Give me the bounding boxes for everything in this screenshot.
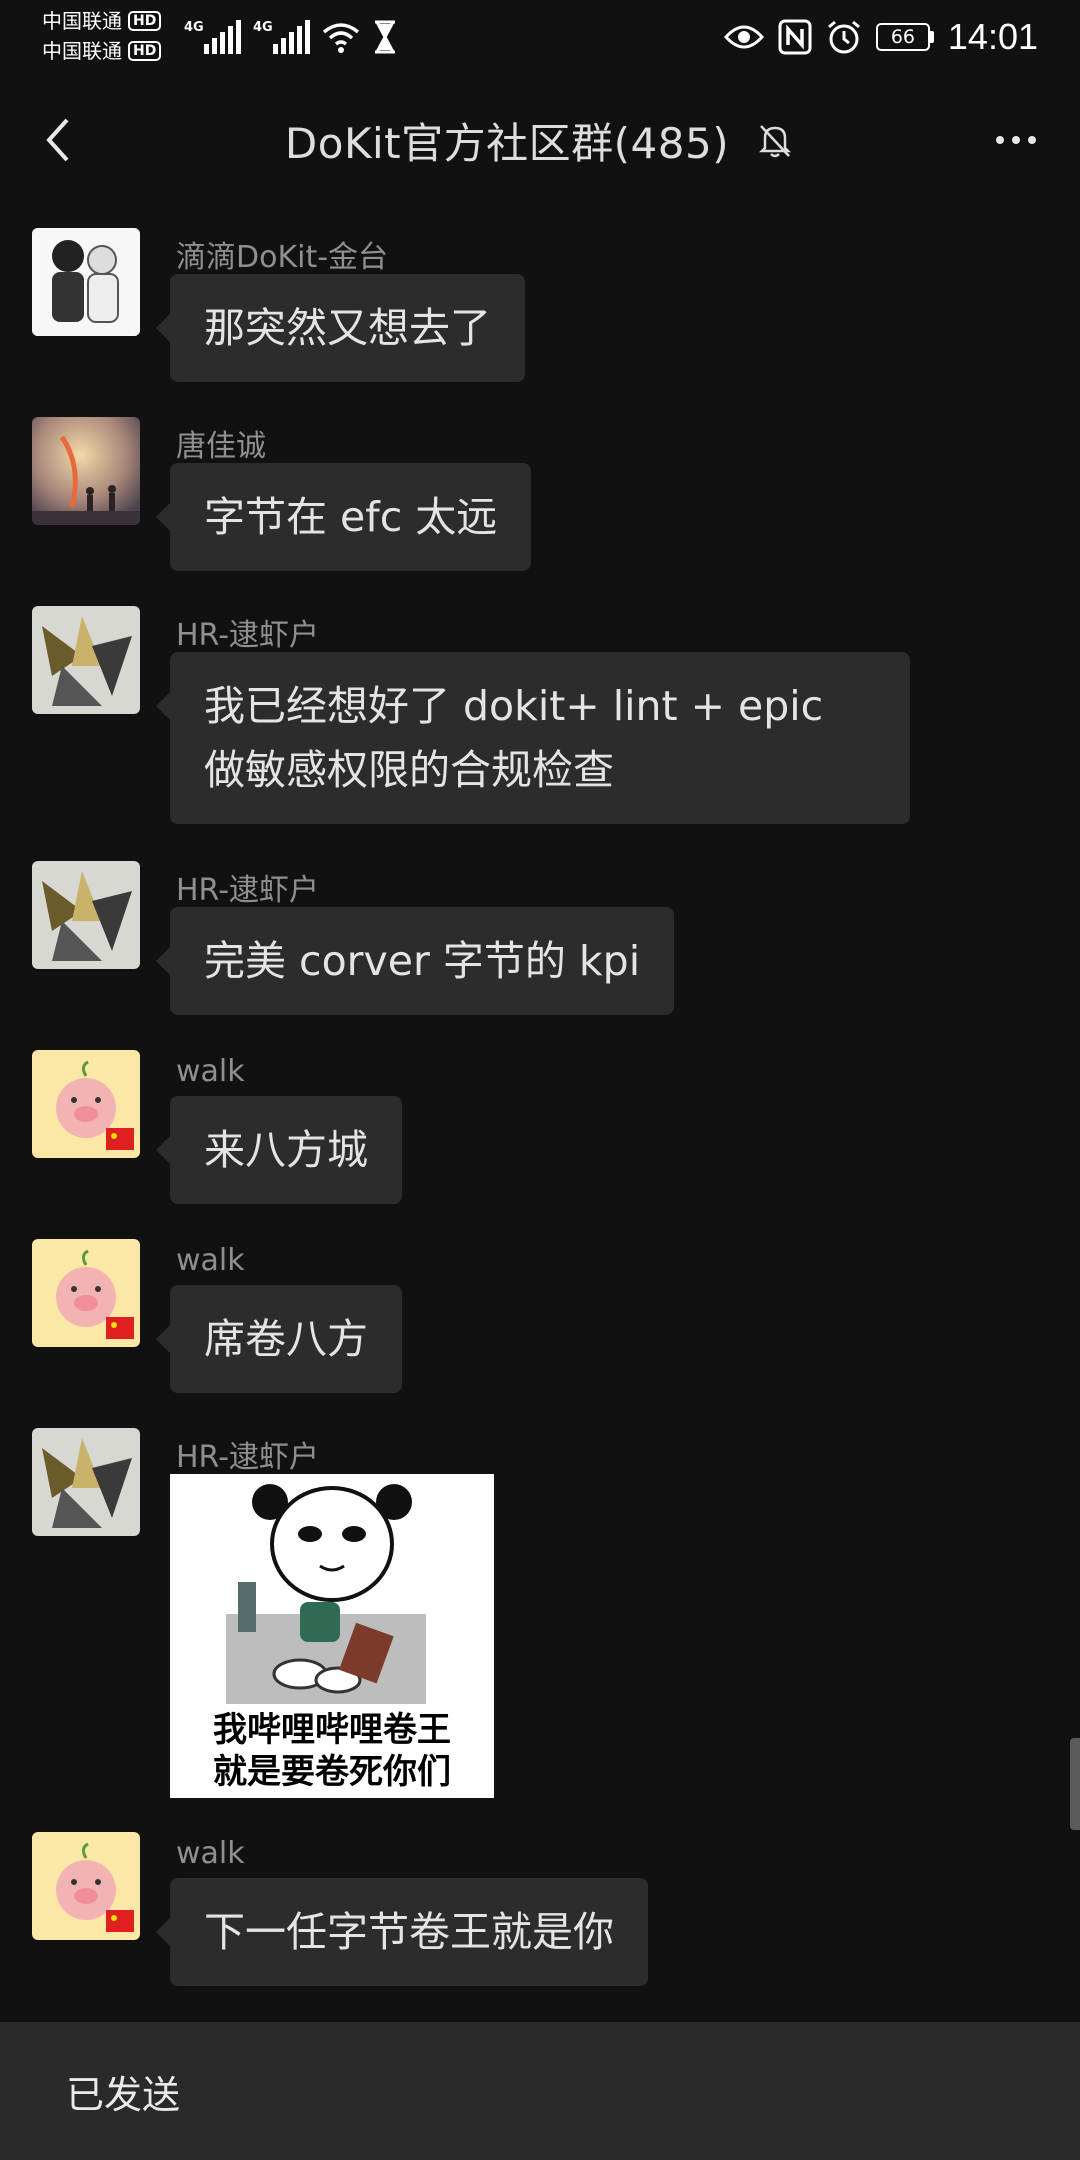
sender-name: walk [176,1243,245,1278]
more-icon [996,136,1004,144]
avatar[interactable] [32,1428,140,1536]
back-button[interactable] [28,110,88,170]
sticker-image[interactable]: 我哔哩哔哩卷王 就是要卷死你们 [170,1474,494,1798]
eye-icon [723,25,764,49]
hd-badge: HD [128,41,162,61]
sticker-caption: 就是要卷死你们 [213,1752,451,1792]
message-bubble[interactable]: 下一任字节卷王就是你 [156,1878,648,1986]
message-bubble[interactable]: 那突然又想去了 [156,274,525,382]
message-bubble[interactable]: 席卷八方 [156,1285,402,1393]
message-bubble[interactable]: 来八方城 [156,1096,402,1204]
alarm-icon [827,20,860,54]
signal-icon: 4G [184,18,241,54]
sender-name: 唐佳诚 [176,429,266,464]
sender-name: walk [176,1836,245,1871]
avatar[interactable] [32,1832,140,1940]
chat-header: DoKit官方社区群(485) [0,90,1080,190]
status-bar: 中国联通 HD 中国联通 HD 4G 4G 66 14:01 [0,0,1080,80]
chat-title: DoKit官方社区群(485) [284,118,730,168]
network-label: 4G [184,20,204,35]
battery-level: 66 [875,23,930,51]
carrier-1: 中国联通 [42,9,122,33]
sent-toast-bar: 已发送 [0,2022,1080,2160]
sender-name: 滴滴DoKit-金台 [176,240,389,275]
avatar[interactable] [32,606,140,714]
wifi-icon [322,23,360,53]
battery-icon: 66 [875,23,934,51]
avatar[interactable] [32,1050,140,1158]
message-bubble[interactable]: 完美 corver 字节的 kpi [155,907,675,1015]
avatar[interactable] [32,1239,140,1347]
avatar[interactable] [32,417,140,525]
signal-icon: 4G [253,18,310,54]
sent-status-text: 已发送 [66,2073,181,2117]
carrier-2: 中国联通 [42,39,122,63]
network-label: 4G [253,20,273,35]
back-icon [46,118,69,162]
scrollbar-thumb[interactable] [1070,1738,1080,1830]
mute-bell-icon [759,125,792,158]
nfc-icon [778,19,812,55]
clock: 14:01 [947,16,1038,57]
sender-name: HR-逮虾户 [176,873,320,908]
sender-name: walk [176,1054,245,1089]
hd-badge: HD [128,11,162,31]
sender-name: HR-逮虾户 [176,1440,320,1475]
avatar[interactable] [32,861,140,969]
message-bubble[interactable]: 字节在 efc 太远 [155,463,532,571]
sender-name: HR-逮虾户 [176,618,320,653]
more-button[interactable] [986,120,1046,160]
avatar[interactable] [32,228,140,336]
hourglass-icon [375,20,395,54]
carrier-info: 中国联通 HD 中国联通 HD [42,6,162,66]
message-bubble[interactable]: 我已经想好了 dokit+ lint + epic 做敏感权限的合规检查 [156,652,910,824]
